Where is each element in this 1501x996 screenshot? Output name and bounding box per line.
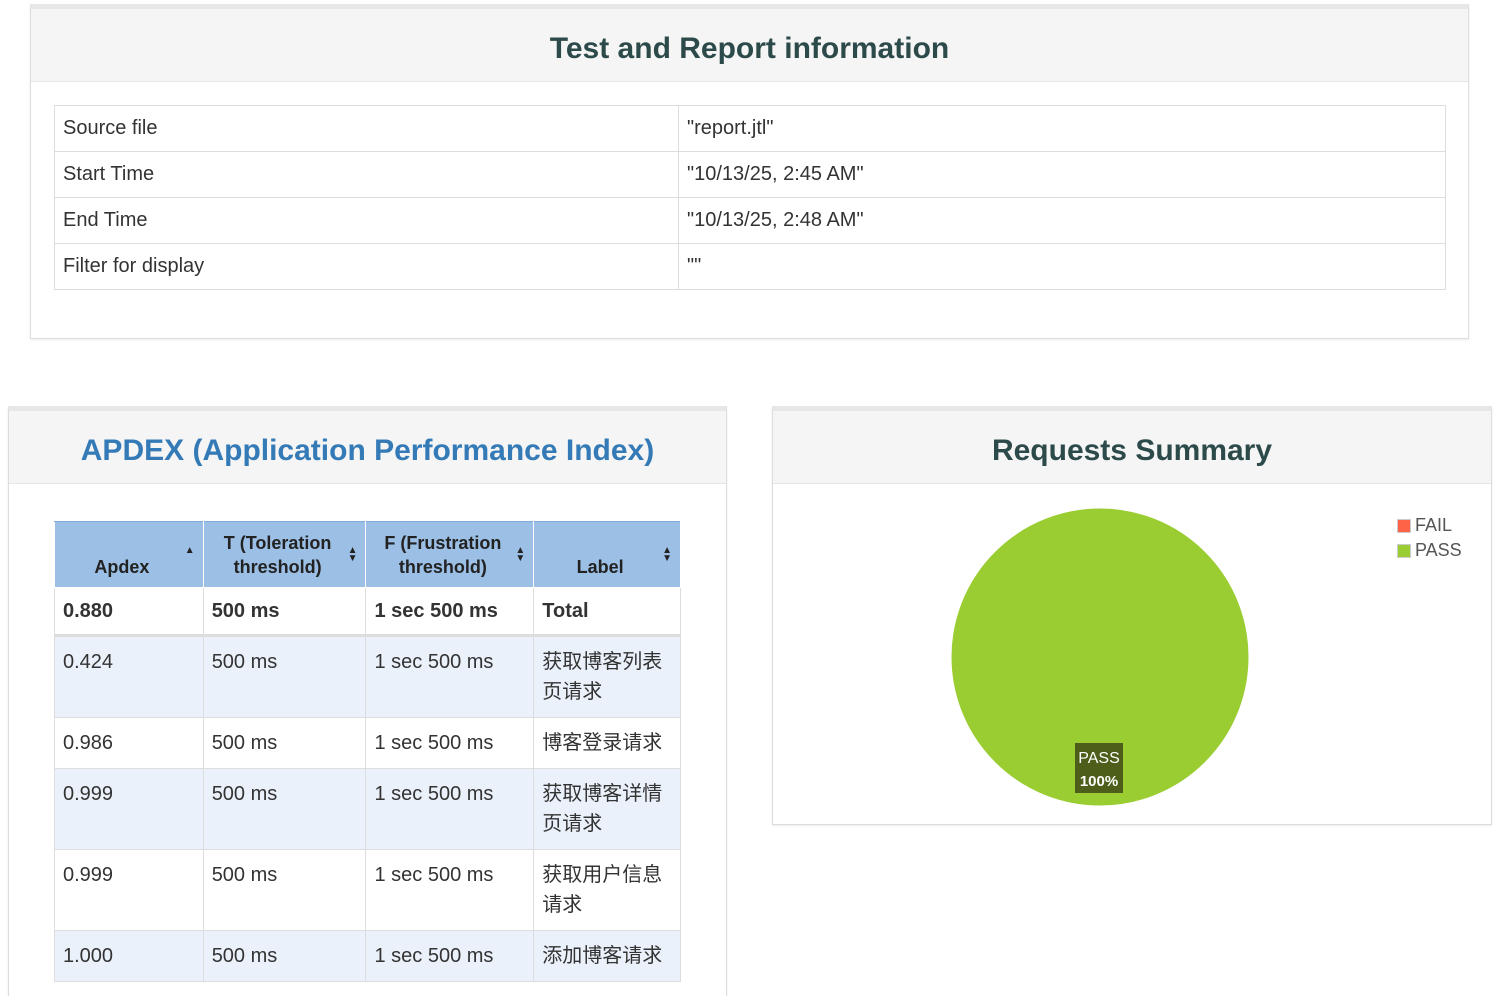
frustration-value: 1 sec 500 ms: [365, 930, 535, 982]
table-row: 0.999 500 ms 1 sec 500 ms 获取博客详情页请求: [54, 768, 681, 850]
apdex-table: Apdex ▲ T (Toleration threshold) ▲ ▼ F (F…: [54, 521, 681, 982]
legend-swatch-fail: [1397, 518, 1411, 533]
table-row: 0.999 500 ms 1 sec 500 ms 获取用户信息请求: [54, 849, 681, 931]
toleration-value: 500 ms: [202, 849, 367, 931]
info-table: Source file "report.jtl" Start Time "10/…: [54, 105, 1446, 290]
info-key: End Time: [54, 197, 679, 244]
label-value: 获取用户信息请求: [533, 849, 681, 931]
legend-label: FAIL: [1415, 515, 1453, 535]
apdex-value: 0.999: [54, 849, 204, 931]
info-row: Start Time "10/13/25, 2:45 AM": [54, 151, 1446, 198]
table-row: 0.424 500 ms 1 sec 500 ms 获取博客列表页请求: [54, 635, 681, 718]
label-value: 获取博客列表页请求: [533, 635, 681, 718]
info-value: "report.jtl": [678, 105, 1446, 152]
frustration-value: 1 sec 500 ms: [365, 635, 535, 718]
frustration-value: 1 sec 500 ms: [365, 768, 535, 850]
info-value: "10/13/25, 2:48 AM": [678, 197, 1446, 244]
sort-ascending-icon: ▲: [184, 544, 195, 556]
apdex-value: 1.000: [54, 930, 204, 982]
legend-item-fail[interactable]: FAIL: [1397, 515, 1452, 536]
toleration-value: 500 ms: [202, 930, 367, 982]
info-key: Filter for display: [54, 243, 679, 290]
column-header-frustration[interactable]: F (Frustration threshold) ▲ ▼: [365, 521, 535, 588]
frustration-value: 1 sec 500 ms: [365, 717, 535, 769]
label-value: 获取博客详情页请求: [533, 768, 681, 850]
toleration-value: 500 ms: [202, 587, 367, 636]
sort-both-icon: ▲ ▼: [515, 544, 526, 564]
info-value: "10/13/25, 2:45 AM": [678, 151, 1446, 198]
slice-label-percent: 100%: [1080, 773, 1118, 790]
column-header-label: Label: [576, 557, 624, 577]
legend-label: PASS: [1415, 540, 1462, 560]
slice-label-name: PASS: [1078, 750, 1120, 767]
column-header-label: T (Toleration threshold): [223, 533, 332, 577]
label-value: Total: [533, 587, 681, 636]
apdex-header-row: Apdex ▲ T (Toleration threshold) ▲ ▼ F (F…: [54, 521, 681, 588]
apdex-value: 0.999: [54, 768, 204, 850]
frustration-value: 1 sec 500 ms: [365, 587, 535, 636]
frustration-value: 1 sec 500 ms: [365, 849, 535, 931]
toleration-value: 500 ms: [202, 768, 367, 850]
apdex-panel: APDEX (Application Performance Index) Ap…: [8, 406, 727, 996]
label-value: 添加博客请求: [533, 930, 681, 982]
apdex-value: 0.986: [54, 717, 204, 769]
apdex-panel-title: APDEX (Application Performance Index): [9, 411, 726, 484]
info-key: Source file: [54, 105, 679, 152]
legend-swatch-pass: [1397, 543, 1411, 558]
column-header-toleration[interactable]: T (Toleration threshold) ▲ ▼: [202, 521, 367, 588]
info-row: End Time "10/13/25, 2:48 AM": [54, 197, 1446, 244]
table-row: 0.986 500 ms 1 sec 500 ms 博客登录请求: [54, 717, 681, 769]
column-header-apdex[interactable]: Apdex ▲: [54, 521, 204, 588]
sort-both-icon: ▲ ▼: [347, 544, 358, 564]
requests-summary-panel: Requests Summary PASS 100% FAIL PASS: [772, 406, 1492, 825]
requests-pie-chart[interactable]: PASS 100%: [773, 485, 1491, 825]
column-header-label-col[interactable]: Label ▲ ▼: [533, 521, 681, 588]
label-value: 博客登录请求: [533, 717, 681, 769]
test-report-info-panel: Test and Report information Source file …: [30, 4, 1469, 339]
info-row: Filter for display "": [54, 243, 1446, 290]
column-header-label: F (Frustration threshold): [384, 533, 502, 577]
apdex-total-row: 0.880 500 ms 1 sec 500 ms Total: [54, 587, 681, 636]
apdex-value: 0.424: [54, 635, 204, 718]
sort-both-icon: ▲ ▼: [662, 544, 672, 564]
info-value: "": [678, 243, 1446, 290]
info-row: Source file "report.jtl": [54, 105, 1446, 152]
legend-item-pass[interactable]: PASS: [1397, 540, 1462, 561]
apdex-value: 0.880: [54, 587, 204, 636]
toleration-value: 500 ms: [202, 717, 367, 769]
toleration-value: 500 ms: [202, 635, 367, 718]
column-header-label: Apdex: [94, 557, 150, 577]
summary-panel-title: Requests Summary: [773, 411, 1491, 484]
table-row: 1.000 500 ms 1 sec 500 ms 添加博客请求: [54, 930, 681, 982]
info-key: Start Time: [54, 151, 679, 198]
info-panel-title: Test and Report information: [31, 9, 1468, 82]
